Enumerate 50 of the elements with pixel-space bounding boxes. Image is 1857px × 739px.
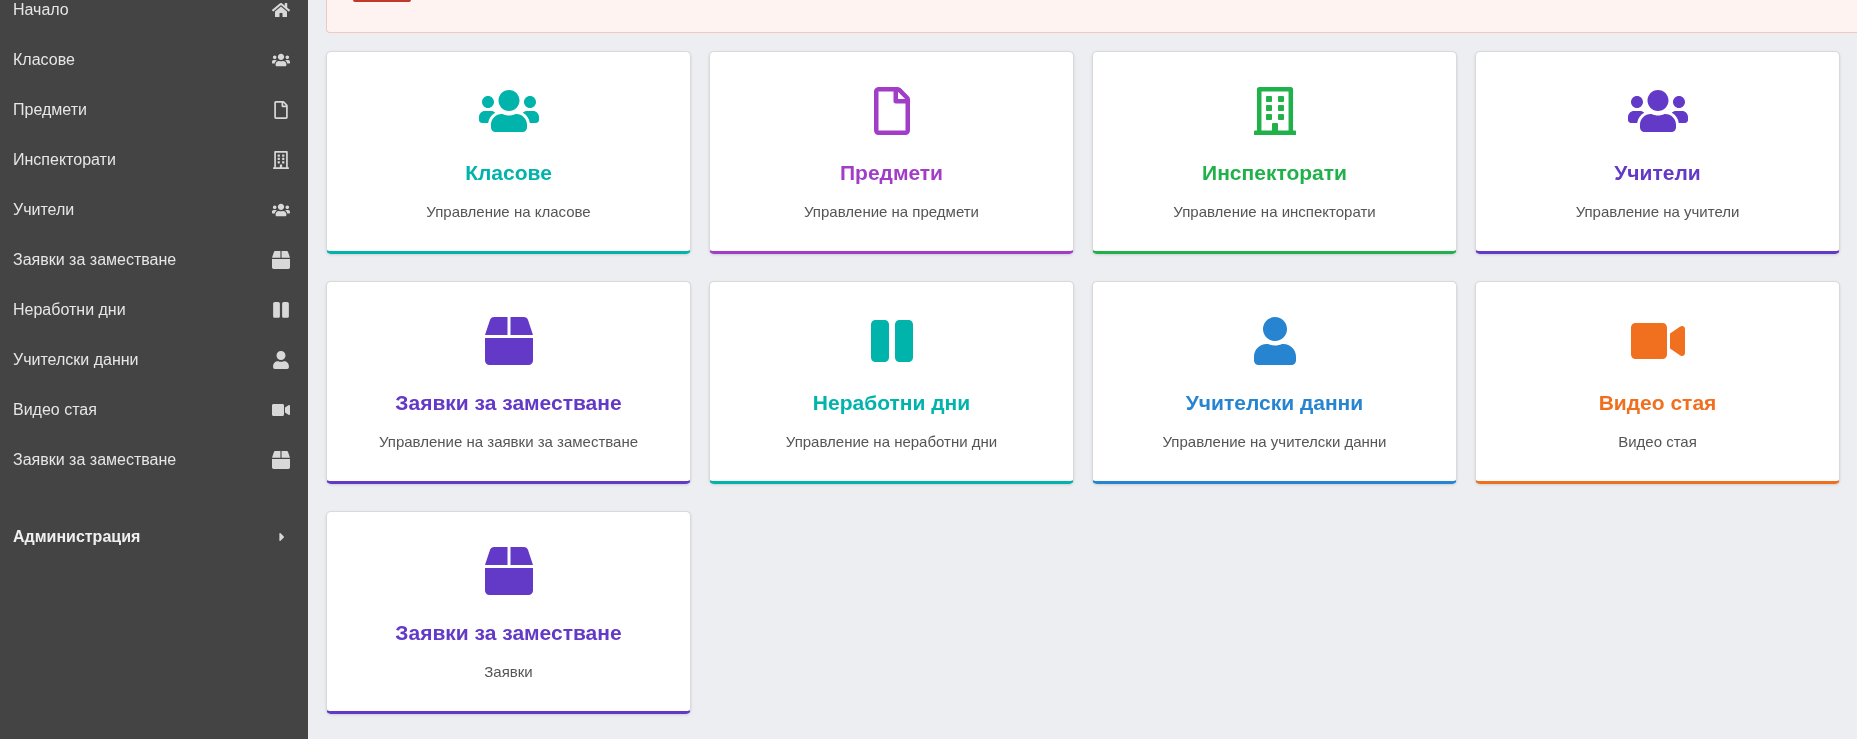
sidebar-item[interactable]: Учители: [0, 185, 308, 235]
card-title: Учители: [1614, 160, 1701, 186]
card-title: Заявки за заместване: [395, 390, 622, 416]
card-title: Неработни дни: [812, 390, 971, 416]
users-icon: [272, 51, 290, 69]
card-title: Видео стая: [1598, 390, 1717, 416]
card-title: Учителски данни: [1185, 390, 1364, 416]
card-title: Инспекторати: [1202, 160, 1347, 186]
module-card[interactable]: Предмети Управление на предмети: [709, 51, 1074, 254]
card-description: Заявки: [484, 661, 533, 682]
sidebar-item[interactable]: Предмети: [0, 85, 308, 135]
module-card[interactable]: Класове Управление на класове: [326, 51, 691, 254]
card-title: Предмети: [839, 160, 944, 186]
box-icon: [272, 251, 290, 269]
house-icon: [272, 1, 290, 19]
module-card[interactable]: Видео стая Видео стая: [1475, 281, 1840, 484]
module-card[interactable]: Учителски данни Управление на учителски данни: [1092, 281, 1457, 484]
user-icon: [272, 351, 290, 369]
card-description: Видео стая: [1618, 431, 1697, 452]
module-card[interactable]: Инспекторати Управление на инспекторати: [1092, 51, 1457, 254]
card-description: Управление на неработни дни: [785, 431, 998, 452]
video-camera-icon: [272, 401, 290, 419]
box-icon: [272, 451, 290, 469]
sidebar-item[interactable]: Видео стая: [0, 385, 308, 435]
sidebar-item[interactable]: Инспекторати: [0, 135, 308, 185]
sidebar-item[interactable]: Класове: [0, 35, 308, 85]
sidebar-section[interactable]: Администрация: [0, 512, 308, 562]
file-icon: [272, 101, 290, 119]
module-card[interactable]: Заявки за заместване Управление на заявки за заместване: [326, 281, 691, 484]
card-title: Класове: [465, 160, 552, 186]
card-description: Управление на учителски данни: [1162, 431, 1387, 452]
building-icon: [272, 151, 290, 169]
sidebar-item[interactable]: Неработни дни: [0, 285, 308, 335]
sidebar-item[interactable]: Заявки за заместване: [0, 235, 308, 285]
card-description: Управление на заявки за заместване: [378, 431, 639, 452]
sidebar-item[interactable]: Начало: [0, 0, 308, 35]
sidebar-item[interactable]: Заявки за заместване: [0, 435, 308, 485]
module-card[interactable]: Заявки за заместване Заявки: [326, 511, 691, 714]
module-card[interactable]: Неработни дни Управление на неработни дни: [709, 281, 1074, 484]
card-description: Управление на инспекторати: [1173, 201, 1376, 222]
card-description: Управление на класове: [426, 201, 591, 222]
module-card[interactable]: Учители Управление на учители: [1475, 51, 1840, 254]
card-description: Управление на учители: [1575, 201, 1740, 222]
columns-icon: [272, 301, 290, 319]
users-icon: [1627, 87, 1688, 135]
users-icon: [478, 87, 539, 135]
card-title: Заявки за заместване: [395, 620, 622, 646]
card-description: Управление на предмети: [804, 201, 979, 222]
users-icon: [272, 201, 290, 219]
sidebar-item[interactable]: Учителски данни: [0, 335, 308, 385]
